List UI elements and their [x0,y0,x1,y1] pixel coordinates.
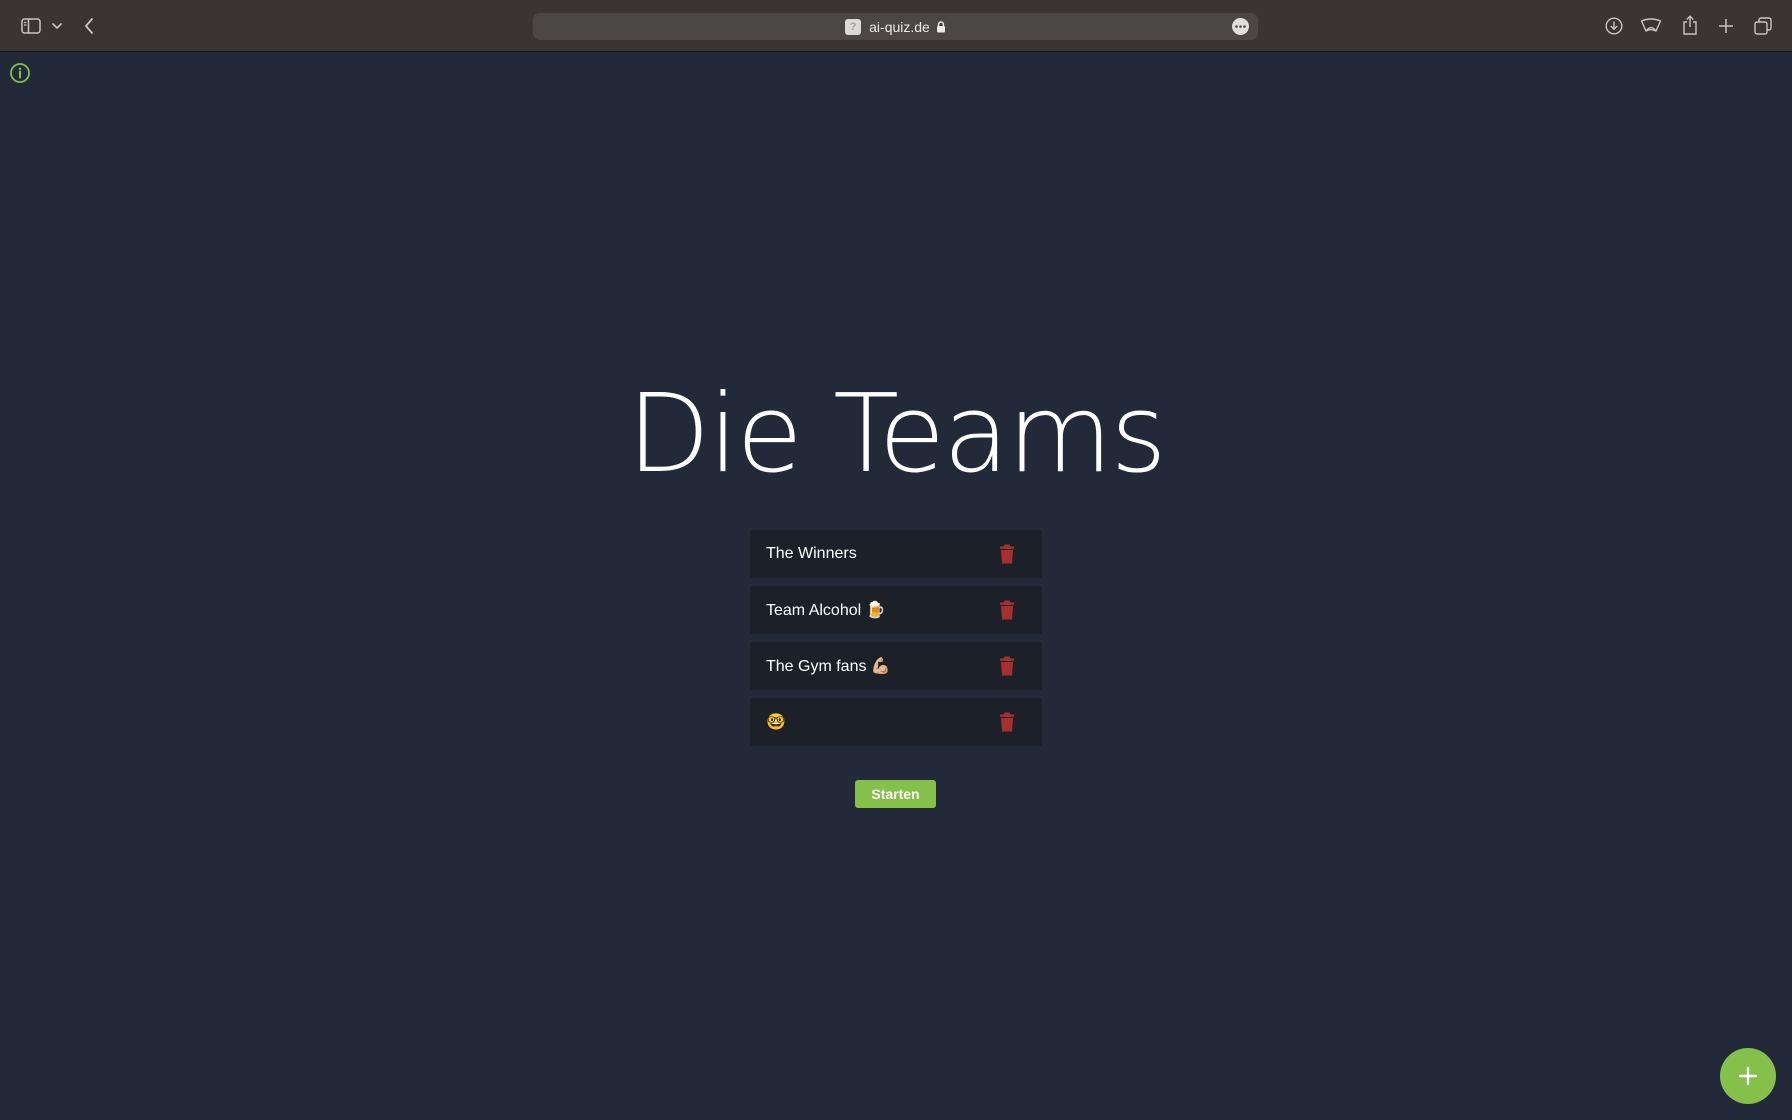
tabs-icon [1754,17,1772,35]
team-list: The Winners Team Alcohol 🍺 The Gym fans … [750,530,1042,754]
share-button[interactable] [1680,14,1700,36]
start-button[interactable]: Starten [855,780,936,808]
sidebar-toggle-button[interactable] [20,16,42,36]
team-row[interactable]: 🤓 [750,698,1042,746]
plus-icon [1738,1066,1758,1086]
team-row[interactable]: Team Alcohol 🍺 [750,586,1042,634]
back-icon [85,18,93,34]
info-icon [10,63,30,83]
reader-button[interactable] [1640,16,1662,36]
info-button[interactable] [9,62,31,84]
team-name: Team Alcohol 🍺 [766,602,886,619]
trash-icon [1000,656,1014,676]
download-icon [1605,17,1623,35]
page-menu-button[interactable] [1232,18,1249,35]
back-button[interactable] [80,15,98,37]
browser-toolbar: ? ai-quiz.de [0,0,1792,52]
team-name: The Winners [766,545,857,562]
add-team-button[interactable] [1720,1048,1776,1104]
team-name: The Gym fans 💪🏼 [766,658,891,675]
delete-team-button[interactable] [998,600,1016,620]
chevron-down-icon [52,22,62,29]
url-text: ai-quiz.de [869,18,930,35]
delete-team-button[interactable] [998,544,1016,564]
address-bar[interactable]: ? ai-quiz.de [533,13,1258,40]
trash-icon [1000,600,1014,620]
plus-icon [1719,19,1733,33]
trash-icon [1000,544,1014,564]
trash-icon [1000,712,1014,732]
team-row[interactable]: The Winners [750,530,1042,578]
lock-icon [936,20,946,33]
downloads-button[interactable] [1604,16,1624,36]
site-favicon: ? [845,18,862,35]
more-icon [1235,25,1246,28]
team-name: 🤓 [766,714,786,731]
delete-team-button[interactable] [998,712,1016,732]
team-row[interactable]: The Gym fans 💪🏼 [750,642,1042,690]
new-tab-button[interactable] [1716,16,1736,36]
delete-team-button[interactable] [998,656,1016,676]
tab-overview-button[interactable] [1752,16,1774,36]
sidebar-icon [21,18,41,34]
reader-icon [1640,18,1662,32]
share-icon [1683,15,1697,35]
page-title: Die Teams [627,372,1167,497]
sidebar-menu-button[interactable] [50,19,64,33]
